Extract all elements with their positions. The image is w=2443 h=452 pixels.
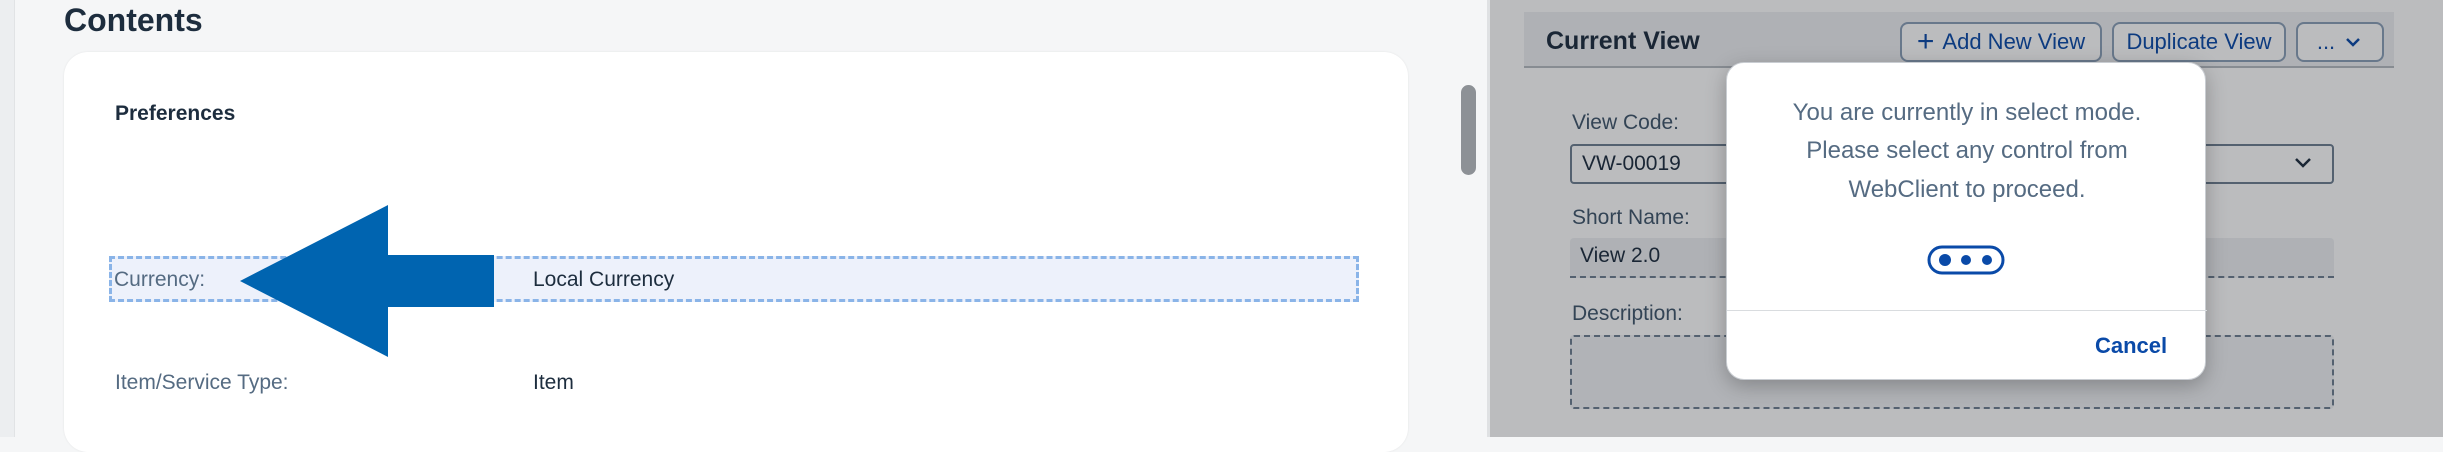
- dialog-message-line: WebClient to proceed.: [1848, 176, 2086, 203]
- item-service-type-label: Item/Service Type:: [115, 371, 289, 394]
- item-service-type-value[interactable]: Item: [533, 371, 574, 395]
- select-mode-dialog: You are currently in select mode. Please…: [1726, 62, 2207, 380]
- currency-label: Currency:: [114, 268, 206, 291]
- busy-indicator-icon: [1927, 245, 2005, 275]
- pointer-arrow-icon: [240, 205, 494, 357]
- dialog-message-line: Please select any control from: [1806, 137, 2128, 164]
- dialog-message-line: You are currently in select mode.: [1792, 99, 2142, 126]
- section-title: Preferences: [115, 102, 236, 125]
- contents-pane: Contents Preferences Currency: Local Cur…: [0, 0, 1458, 452]
- dialog-footer-divider: [1727, 310, 2207, 311]
- currency-value[interactable]: Local Currency: [533, 268, 674, 292]
- scrollbar-thumb[interactable]: [1461, 85, 1476, 175]
- page-title: Contents: [64, 2, 203, 38]
- left-edge-strip: [0, 0, 15, 437]
- scrollbar-track[interactable]: [1453, 0, 1487, 437]
- cancel-button[interactable]: Cancel: [2095, 333, 2167, 359]
